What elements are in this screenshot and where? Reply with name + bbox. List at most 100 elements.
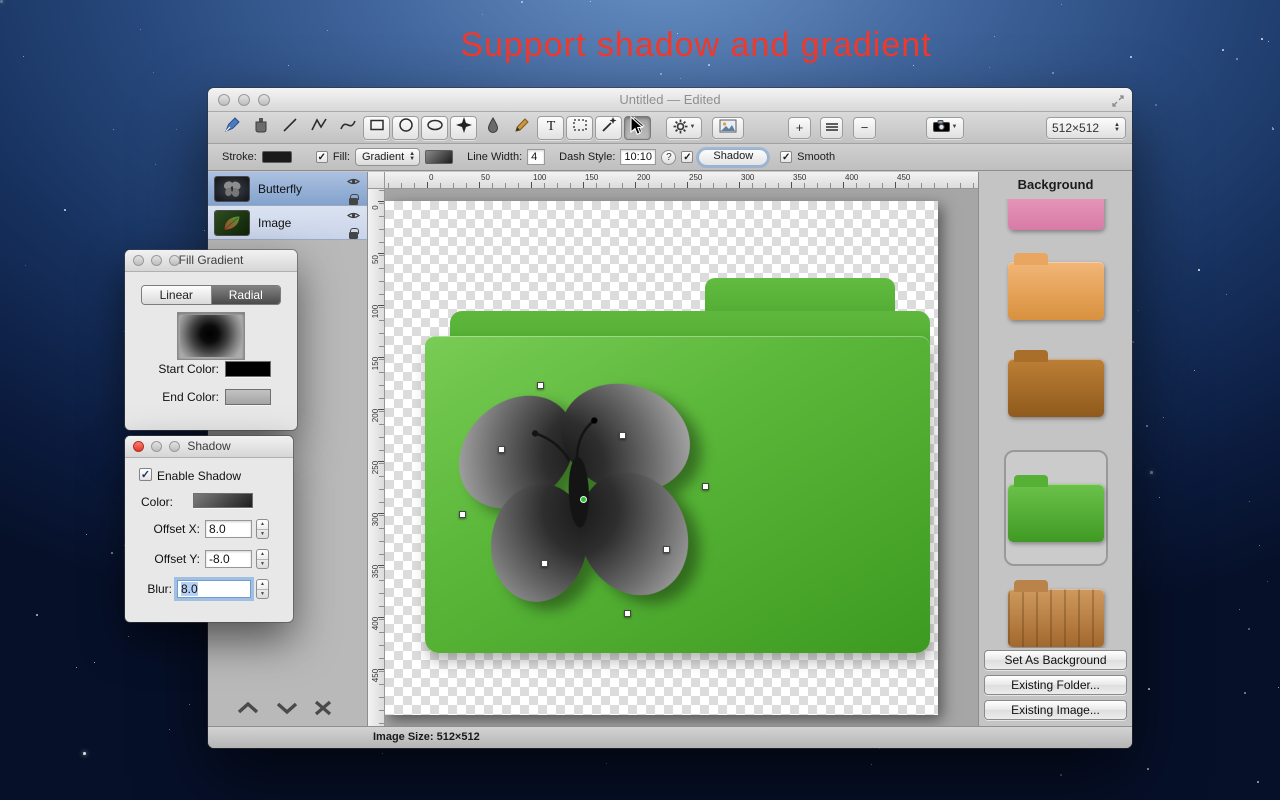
ellipse-icon	[425, 115, 445, 140]
star	[189, 704, 190, 705]
selection-handle[interactable]	[663, 546, 670, 553]
star-tool-button[interactable]	[450, 115, 477, 140]
dash-style-field[interactable]: 10:10	[620, 149, 657, 165]
existing-folder-button[interactable]: Existing Folder...	[984, 675, 1127, 695]
existing-image-button[interactable]: Existing Image...	[984, 700, 1127, 720]
polyline-tool-button[interactable]	[305, 116, 332, 140]
selection-handle[interactable]	[541, 560, 548, 567]
curve-tool-button[interactable]	[334, 116, 361, 140]
document-canvas[interactable]	[385, 201, 938, 715]
blur-field[interactable]: 8.0	[177, 580, 251, 598]
delete-layer-button[interactable]	[314, 700, 332, 721]
layer-row-image[interactable]: Image	[208, 206, 367, 240]
fill-tool-button[interactable]	[247, 116, 274, 140]
pencil-tool-button[interactable]	[508, 116, 535, 140]
pen-tool-button[interactable]	[218, 116, 245, 140]
rectangle-tool-button[interactable]	[363, 115, 390, 140]
vertical-ruler: 0 50 100 150 200 250 300 350 400 450	[368, 189, 385, 726]
star	[1146, 425, 1148, 427]
zoom-button[interactable]	[169, 441, 180, 452]
linear-segment[interactable]: Linear	[142, 286, 212, 304]
minimize-button[interactable]	[238, 94, 250, 106]
move-layer-up-button[interactable]	[236, 701, 260, 720]
shadow-checkbox[interactable]: ✓	[681, 151, 694, 163]
lock-icon[interactable]	[348, 227, 359, 239]
pink-folder-thumbnail[interactable]	[1007, 199, 1104, 230]
blur-stepper[interactable]: ▲ ▼	[256, 579, 269, 599]
lock-icon[interactable]	[348, 193, 359, 205]
shadow-panel-button[interactable]: Shadow	[698, 148, 769, 166]
stroke-color-swatch[interactable]	[261, 151, 292, 163]
radial-segment[interactable]: Radial	[211, 286, 280, 304]
line-width-field[interactable]: 4	[527, 149, 546, 165]
marquee-tool-button[interactable]	[566, 115, 593, 140]
selection-handle[interactable]	[498, 446, 505, 453]
close-button[interactable]	[133, 255, 144, 266]
star	[1138, 310, 1139, 311]
fill-checkbox[interactable]: ✓	[315, 151, 328, 163]
settings-popup-button[interactable]: ▼	[666, 116, 702, 139]
selection-handle[interactable]	[624, 610, 631, 617]
eye-icon[interactable]	[346, 173, 360, 191]
eye-icon[interactable]	[346, 207, 360, 225]
eyedropper-tool-button[interactable]	[479, 116, 506, 140]
close-button[interactable]	[133, 441, 144, 452]
fill-color-swatch[interactable]	[425, 150, 454, 164]
ruler-corner	[368, 172, 385, 189]
zoom-button[interactable]	[169, 255, 180, 266]
selection-handle[interactable]	[702, 483, 709, 490]
selection-handle[interactable]	[537, 382, 544, 389]
wood-folder-thumbnail[interactable]	[1007, 580, 1104, 647]
text-icon: T	[541, 115, 561, 140]
arrange-button[interactable]	[820, 116, 843, 139]
minimize-button[interactable]	[151, 441, 162, 452]
add-button[interactable]: +	[788, 116, 811, 139]
gradient-preview[interactable]	[180, 315, 242, 357]
star	[521, 1, 523, 3]
offset-x-field[interactable]: 8.0	[205, 520, 252, 538]
snapshot-popup-button[interactable]: ▼	[926, 116, 964, 139]
magic-wand-tool-button[interactable]	[595, 115, 622, 140]
offset-x-label: Offset X:	[153, 522, 200, 536]
offset-y-stepper[interactable]: ▲ ▼	[256, 549, 269, 569]
butterfly-graphic[interactable]	[423, 347, 733, 642]
thumbnail-slot	[979, 580, 1132, 647]
set-as-background-button[interactable]: Set As Background	[984, 650, 1127, 670]
star	[1060, 774, 1062, 776]
smooth-checkbox[interactable]: ✓	[780, 151, 793, 163]
end-color-swatch[interactable]	[225, 389, 271, 405]
ruler-label: 0	[371, 205, 380, 210]
shadow-color-swatch[interactable]	[193, 493, 253, 508]
fill-type-popup[interactable]: Gradient ▲ ▼	[354, 148, 421, 166]
text-tool-button[interactable]: T	[537, 115, 564, 140]
green-folder-thumbnail[interactable]	[1007, 474, 1104, 542]
star	[113, 129, 114, 130]
enable-shadow-checkbox[interactable]: ✓	[139, 468, 152, 481]
ellipse-tool-button[interactable]	[421, 115, 448, 140]
selection-handle[interactable]	[459, 511, 466, 518]
offset-y-field[interactable]: -8.0	[205, 550, 252, 568]
move-layer-down-button[interactable]	[275, 701, 299, 720]
minimize-button[interactable]	[151, 255, 162, 266]
selection-handle[interactable]	[619, 432, 626, 439]
canvas-size-popup[interactable]: 512×512 ▲ ▼	[1046, 116, 1126, 139]
brown-folder-thumbnail[interactable]	[1007, 350, 1104, 417]
start-color-swatch[interactable]	[225, 361, 271, 377]
image-button[interactable]	[712, 116, 744, 139]
close-button[interactable]	[218, 94, 230, 106]
offset-x-stepper[interactable]: ▲ ▼	[256, 519, 269, 539]
canvas-size-value: 512×512	[1052, 120, 1100, 135]
zoom-button[interactable]	[258, 94, 270, 106]
ruler-label: 400	[845, 173, 859, 182]
circle-tool-button[interactable]	[392, 115, 419, 140]
help-button[interactable]: ?	[661, 149, 677, 165]
main-window: Untitled — Edited T ▼ + − ▼ 512×512 ▲ ▼ …	[208, 88, 1132, 748]
line-tool-button[interactable]	[276, 116, 303, 140]
fullscreen-icon[interactable]	[1112, 94, 1124, 112]
blur-value: 8.0	[181, 582, 198, 596]
layer-row-butterfly[interactable]: Butterfly	[208, 172, 367, 206]
tan-folder-thumbnail[interactable]	[1007, 253, 1104, 320]
star	[913, 65, 914, 66]
star	[1239, 609, 1240, 610]
remove-button[interactable]: −	[853, 116, 876, 139]
